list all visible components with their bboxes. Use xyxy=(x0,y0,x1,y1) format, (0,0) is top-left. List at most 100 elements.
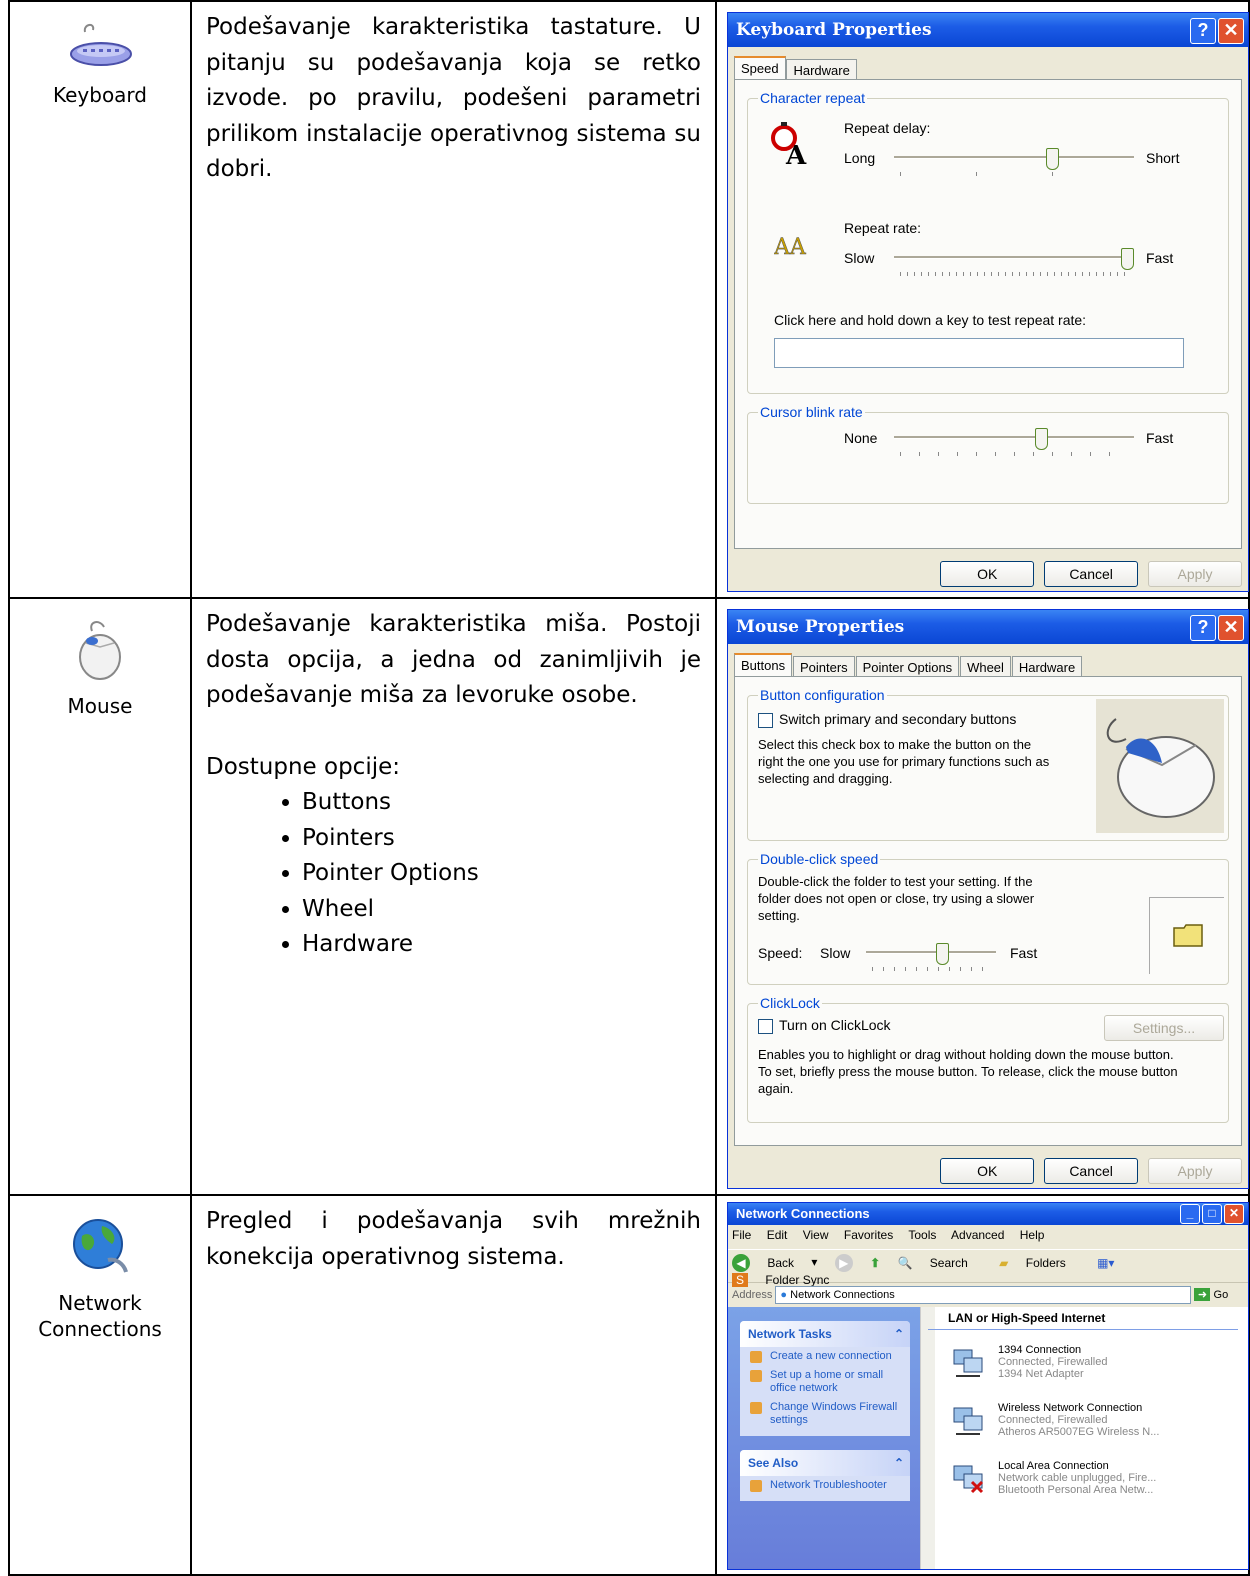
repeat-delay-slider[interactable] xyxy=(894,146,1134,176)
connection-item[interactable]: Wireless Network Connection Connected, F… xyxy=(928,1402,1248,1446)
address-input[interactable]: ● Network Connections xyxy=(775,1286,1192,1304)
help-icon[interactable]: ? xyxy=(1190,615,1216,641)
connection-item[interactable]: 1394 Connection Connected, Firewalled 13… xyxy=(928,1344,1248,1388)
group-legend: ClickLock xyxy=(760,995,820,1011)
back-label: Back xyxy=(767,1256,795,1270)
help-icon[interactable]: ? xyxy=(1190,18,1216,44)
test-folder-area[interactable] xyxy=(1149,897,1224,974)
tab-pointer-options[interactable]: Pointer Options xyxy=(855,656,960,678)
window-titlebar: Network Connections _ □ ✕ xyxy=(728,1203,1248,1225)
mouse-description: Podešavanje karakteristika miša. Postoji… xyxy=(206,611,701,708)
back-button[interactable]: ◀ Back ▾ xyxy=(732,1254,817,1272)
maximize-icon[interactable]: □ xyxy=(1202,1204,1222,1224)
table-row: Network Connections Pregled i podešavanj… xyxy=(8,1194,1250,1576)
ok-button[interactable]: OK xyxy=(940,1158,1035,1184)
close-icon[interactable]: ✕ xyxy=(1218,615,1244,641)
go-button[interactable]: ➜ Go xyxy=(1194,1287,1229,1301)
repeat-delay-label: Repeat delay: xyxy=(844,120,931,136)
folder-icon: ▰ xyxy=(999,1256,1009,1271)
see-also-troubleshooter[interactable]: Network Troubleshooter xyxy=(740,1476,910,1495)
search-icon: 🔍 xyxy=(897,1256,913,1271)
close-icon[interactable]: ✕ xyxy=(1218,18,1244,44)
tab-pointers[interactable]: Pointers xyxy=(792,656,855,678)
test-repeat-input[interactable] xyxy=(774,338,1184,368)
fast-label: Fast xyxy=(1010,945,1038,961)
repeat-rate-icon: AA xyxy=(774,235,807,260)
options-list: Buttons Pointers Pointer Options Wheel H… xyxy=(206,785,701,963)
dialog-titlebar: Keyboard Properties ? ✕ xyxy=(728,13,1248,47)
menu-view[interactable]: View xyxy=(803,1228,829,1242)
slider-thumb[interactable] xyxy=(1035,428,1048,450)
double-click-speed-slider[interactable] xyxy=(866,941,996,971)
group-legend: Cursor blink rate xyxy=(760,404,863,420)
cancel-button[interactable]: Cancel xyxy=(1044,561,1139,587)
search-button[interactable]: 🔍 Search xyxy=(897,1256,981,1271)
see-also-header[interactable]: See Also ⌃ xyxy=(740,1450,910,1476)
connection-item[interactable]: Local Area Connection Network cable unpl… xyxy=(928,1460,1248,1504)
network-tasks-header[interactable]: Network Tasks ⌃ xyxy=(740,1321,910,1347)
menu-favorites[interactable]: Favorites xyxy=(844,1228,893,1242)
up-folder-icon[interactable]: ⬆ xyxy=(870,1256,880,1270)
group-legend: Button configuration xyxy=(760,687,885,703)
keyboard-label: Keyboard xyxy=(52,83,147,107)
menu-advanced[interactable]: Advanced xyxy=(951,1228,1004,1242)
forward-icon[interactable]: ▶ xyxy=(834,1254,853,1272)
network-small-icon: ● xyxy=(780,1289,788,1301)
folder-sync-button[interactable]: S Folder Sync xyxy=(732,1272,843,1288)
cursor-blink-slider[interactable] xyxy=(894,426,1134,456)
apply-button[interactable]: Apply xyxy=(1148,1158,1242,1184)
go-label: Go xyxy=(1213,1288,1229,1301)
apply-button[interactable]: Apply xyxy=(1148,561,1242,587)
switch-buttons-checkbox[interactable] xyxy=(758,712,773,728)
list-item: Hardware xyxy=(302,927,701,963)
group-header: LAN or High-Speed Internet xyxy=(928,1307,1238,1330)
dialog-title: Mouse Properties xyxy=(736,617,905,637)
tasks-pane: Network Tasks ⌃ Create a new connection S… xyxy=(728,1307,920,1569)
repeat-delay-icon: A xyxy=(771,122,807,166)
folder-icon[interactable] xyxy=(1172,922,1206,950)
clicklock-help: Enables you to highlight or drag without… xyxy=(758,1046,1178,1096)
keyboard-properties-dialog: Keyboard Properties ? ✕ Speed Hardware Ch… xyxy=(727,12,1249,592)
slider-thumb[interactable] xyxy=(1046,148,1059,170)
tab-hardware[interactable]: Hardware xyxy=(1011,656,1083,678)
task-home-network[interactable]: Set up a home or small office network xyxy=(740,1366,910,1398)
close-icon[interactable]: ✕ xyxy=(1224,1204,1244,1224)
menu-file[interactable]: File xyxy=(732,1228,751,1242)
dialog-titlebar: Mouse Properties ? ✕ xyxy=(728,610,1248,644)
menu-tools[interactable]: Tools xyxy=(908,1228,936,1242)
views-icon[interactable]: ▦▾ xyxy=(1097,1256,1114,1270)
clicklock-checkbox[interactable] xyxy=(758,1018,773,1034)
menu-edit[interactable]: Edit xyxy=(767,1228,788,1242)
screenshot-cell: Keyboard Properties ? ✕ Speed Hardware Ch… xyxy=(715,0,1250,599)
connection-device: Atheros AR5007EG Wireless N... xyxy=(998,1426,1160,1438)
minimize-icon[interactable]: _ xyxy=(1180,1204,1200,1224)
see-also-label: See Also xyxy=(748,1456,799,1470)
ok-button[interactable]: OK xyxy=(940,561,1035,587)
see-also-box: See Also ⌃ Network Troubleshooter xyxy=(740,1450,910,1501)
table-row: Keyboard Podešavanje karakteristika tast… xyxy=(8,0,1250,599)
list-item: Pointers xyxy=(302,821,701,857)
settings-button[interactable]: Settings... xyxy=(1104,1015,1224,1041)
folders-button[interactable]: ▰ Folders xyxy=(999,1256,1080,1271)
tab-wheel[interactable]: Wheel xyxy=(960,656,1011,678)
collapse-icon[interactable]: ⌃ xyxy=(894,1327,904,1341)
cancel-button[interactable]: Cancel xyxy=(1044,1158,1139,1184)
connection-status: Connected, Firewalled xyxy=(998,1356,1108,1368)
tab-hardware[interactable]: Hardware xyxy=(786,59,857,81)
clicklock-group: ClickLock Turn on ClickLock Settings... … xyxy=(747,995,1229,1123)
slider-thumb[interactable] xyxy=(936,943,949,965)
menu-help[interactable]: Help xyxy=(1020,1228,1045,1242)
search-label: Search xyxy=(929,1256,968,1271)
description-cell: Podešavanje karakteristika miša. Postoji… xyxy=(190,597,717,1196)
task-firewall-settings[interactable]: Change Windows Firewall settings xyxy=(740,1398,910,1430)
group-legend: Double-click speed xyxy=(760,851,879,867)
back-arrow-icon: ◀ xyxy=(732,1254,750,1272)
go-arrow-icon: ➜ xyxy=(1194,1287,1211,1301)
short-label: Short xyxy=(1146,150,1180,166)
network-globe-icon xyxy=(73,1219,128,1273)
connection-name: Local Area Connection xyxy=(998,1460,1109,1472)
repeat-rate-slider[interactable] xyxy=(894,246,1134,276)
task-create-connection[interactable]: Create a new connection xyxy=(740,1347,910,1366)
collapse-icon[interactable]: ⌃ xyxy=(894,1456,904,1470)
slider-thumb[interactable] xyxy=(1121,248,1134,270)
